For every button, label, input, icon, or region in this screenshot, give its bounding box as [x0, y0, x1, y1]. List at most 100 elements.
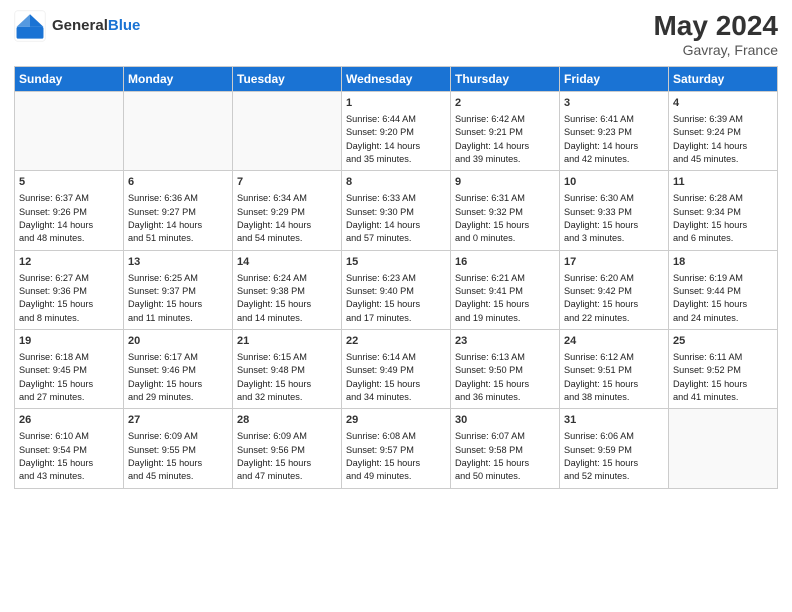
calendar-week-row: 1Sunrise: 6:44 AM Sunset: 9:20 PM Daylig… [15, 92, 778, 171]
day-number: 4 [673, 96, 773, 112]
calendar-day-empty [15, 92, 124, 171]
calendar-day-25: 25Sunrise: 6:11 AM Sunset: 9:52 PM Dayli… [669, 329, 778, 408]
calendar-day-13: 13Sunrise: 6:25 AM Sunset: 9:37 PM Dayli… [124, 250, 233, 329]
day-number: 5 [19, 175, 119, 191]
calendar-day-6: 6Sunrise: 6:36 AM Sunset: 9:27 PM Daylig… [124, 171, 233, 250]
logo-blue: Blue [108, 17, 141, 34]
day-number: 19 [19, 334, 119, 350]
calendar-day-15: 15Sunrise: 6:23 AM Sunset: 9:40 PM Dayli… [342, 250, 451, 329]
calendar-day-empty [124, 92, 233, 171]
weekday-header-thursday: Thursday [451, 67, 560, 92]
day-info: Sunrise: 6:10 AM Sunset: 9:54 PM Dayligh… [19, 430, 119, 483]
month-year: May 2024 [653, 10, 778, 42]
logo-general: General [52, 17, 108, 34]
day-number: 28 [237, 413, 337, 429]
calendar-day-19: 19Sunrise: 6:18 AM Sunset: 9:45 PM Dayli… [15, 329, 124, 408]
calendar-week-row: 5Sunrise: 6:37 AM Sunset: 9:26 PM Daylig… [15, 171, 778, 250]
day-number: 2 [455, 96, 555, 112]
calendar-day-18: 18Sunrise: 6:19 AM Sunset: 9:44 PM Dayli… [669, 250, 778, 329]
day-info: Sunrise: 6:33 AM Sunset: 9:30 PM Dayligh… [346, 192, 446, 245]
day-number: 20 [128, 334, 228, 350]
day-info: Sunrise: 6:23 AM Sunset: 9:40 PM Dayligh… [346, 272, 446, 325]
day-info: Sunrise: 6:09 AM Sunset: 9:56 PM Dayligh… [237, 430, 337, 483]
calendar-day-7: 7Sunrise: 6:34 AM Sunset: 9:29 PM Daylig… [233, 171, 342, 250]
calendar-week-row: 12Sunrise: 6:27 AM Sunset: 9:36 PM Dayli… [15, 250, 778, 329]
calendar-day-1: 1Sunrise: 6:44 AM Sunset: 9:20 PM Daylig… [342, 92, 451, 171]
day-number: 12 [19, 255, 119, 271]
day-info: Sunrise: 6:13 AM Sunset: 9:50 PM Dayligh… [455, 351, 555, 404]
day-number: 25 [673, 334, 773, 350]
day-number: 26 [19, 413, 119, 429]
day-info: Sunrise: 6:19 AM Sunset: 9:44 PM Dayligh… [673, 272, 773, 325]
day-info: Sunrise: 6:36 AM Sunset: 9:27 PM Dayligh… [128, 192, 228, 245]
day-number: 9 [455, 175, 555, 191]
day-info: Sunrise: 6:37 AM Sunset: 9:26 PM Dayligh… [19, 192, 119, 245]
weekday-header-friday: Friday [560, 67, 669, 92]
day-info: Sunrise: 6:24 AM Sunset: 9:38 PM Dayligh… [237, 272, 337, 325]
day-number: 14 [237, 255, 337, 271]
calendar-day-29: 29Sunrise: 6:08 AM Sunset: 9:57 PM Dayli… [342, 409, 451, 488]
day-info: Sunrise: 6:34 AM Sunset: 9:29 PM Dayligh… [237, 192, 337, 245]
day-info: Sunrise: 6:27 AM Sunset: 9:36 PM Dayligh… [19, 272, 119, 325]
calendar-day-empty [233, 92, 342, 171]
header: GeneralBlue May 2024 Gavray, France [14, 10, 778, 58]
day-info: Sunrise: 6:41 AM Sunset: 9:23 PM Dayligh… [564, 113, 664, 166]
day-number: 16 [455, 255, 555, 271]
logo-text: GeneralBlue [52, 18, 140, 35]
calendar-day-22: 22Sunrise: 6:14 AM Sunset: 9:49 PM Dayli… [342, 329, 451, 408]
weekday-header-row: SundayMondayTuesdayWednesdayThursdayFrid… [15, 67, 778, 92]
weekday-header-sunday: Sunday [15, 67, 124, 92]
day-info: Sunrise: 6:12 AM Sunset: 9:51 PM Dayligh… [564, 351, 664, 404]
calendar-day-23: 23Sunrise: 6:13 AM Sunset: 9:50 PM Dayli… [451, 329, 560, 408]
weekday-header-monday: Monday [124, 67, 233, 92]
day-info: Sunrise: 6:44 AM Sunset: 9:20 PM Dayligh… [346, 113, 446, 166]
calendar-day-24: 24Sunrise: 6:12 AM Sunset: 9:51 PM Dayli… [560, 329, 669, 408]
day-number: 27 [128, 413, 228, 429]
calendar-day-12: 12Sunrise: 6:27 AM Sunset: 9:36 PM Dayli… [15, 250, 124, 329]
calendar-day-5: 5Sunrise: 6:37 AM Sunset: 9:26 PM Daylig… [15, 171, 124, 250]
calendar-day-30: 30Sunrise: 6:07 AM Sunset: 9:58 PM Dayli… [451, 409, 560, 488]
day-number: 21 [237, 334, 337, 350]
calendar-day-4: 4Sunrise: 6:39 AM Sunset: 9:24 PM Daylig… [669, 92, 778, 171]
calendar-table: SundayMondayTuesdayWednesdayThursdayFrid… [14, 66, 778, 489]
logo-area: GeneralBlue [14, 10, 140, 42]
calendar-day-14: 14Sunrise: 6:24 AM Sunset: 9:38 PM Dayli… [233, 250, 342, 329]
day-number: 15 [346, 255, 446, 271]
calendar-day-empty [669, 409, 778, 488]
day-number: 13 [128, 255, 228, 271]
day-number: 3 [564, 96, 664, 112]
title-area: May 2024 Gavray, France [653, 10, 778, 58]
calendar-day-20: 20Sunrise: 6:17 AM Sunset: 9:46 PM Dayli… [124, 329, 233, 408]
location: Gavray, France [653, 42, 778, 58]
day-number: 11 [673, 175, 773, 191]
generalblue-logo-icon [14, 10, 46, 42]
day-number: 29 [346, 413, 446, 429]
day-number: 31 [564, 413, 664, 429]
day-info: Sunrise: 6:11 AM Sunset: 9:52 PM Dayligh… [673, 351, 773, 404]
day-info: Sunrise: 6:17 AM Sunset: 9:46 PM Dayligh… [128, 351, 228, 404]
day-number: 17 [564, 255, 664, 271]
day-info: Sunrise: 6:42 AM Sunset: 9:21 PM Dayligh… [455, 113, 555, 166]
calendar-day-31: 31Sunrise: 6:06 AM Sunset: 9:59 PM Dayli… [560, 409, 669, 488]
calendar-week-row: 19Sunrise: 6:18 AM Sunset: 9:45 PM Dayli… [15, 329, 778, 408]
calendar-day-9: 9Sunrise: 6:31 AM Sunset: 9:32 PM Daylig… [451, 171, 560, 250]
weekday-header-saturday: Saturday [669, 67, 778, 92]
weekday-header-wednesday: Wednesday [342, 67, 451, 92]
day-number: 18 [673, 255, 773, 271]
day-number: 23 [455, 334, 555, 350]
day-info: Sunrise: 6:28 AM Sunset: 9:34 PM Dayligh… [673, 192, 773, 245]
day-info: Sunrise: 6:14 AM Sunset: 9:49 PM Dayligh… [346, 351, 446, 404]
day-number: 30 [455, 413, 555, 429]
day-info: Sunrise: 6:06 AM Sunset: 9:59 PM Dayligh… [564, 430, 664, 483]
day-number: 24 [564, 334, 664, 350]
day-number: 10 [564, 175, 664, 191]
day-info: Sunrise: 6:31 AM Sunset: 9:32 PM Dayligh… [455, 192, 555, 245]
calendar-day-27: 27Sunrise: 6:09 AM Sunset: 9:55 PM Dayli… [124, 409, 233, 488]
calendar-day-17: 17Sunrise: 6:20 AM Sunset: 9:42 PM Dayli… [560, 250, 669, 329]
calendar-day-21: 21Sunrise: 6:15 AM Sunset: 9:48 PM Dayli… [233, 329, 342, 408]
day-info: Sunrise: 6:15 AM Sunset: 9:48 PM Dayligh… [237, 351, 337, 404]
weekday-header-tuesday: Tuesday [233, 67, 342, 92]
day-info: Sunrise: 6:09 AM Sunset: 9:55 PM Dayligh… [128, 430, 228, 483]
day-number: 6 [128, 175, 228, 191]
calendar-week-row: 26Sunrise: 6:10 AM Sunset: 9:54 PM Dayli… [15, 409, 778, 488]
